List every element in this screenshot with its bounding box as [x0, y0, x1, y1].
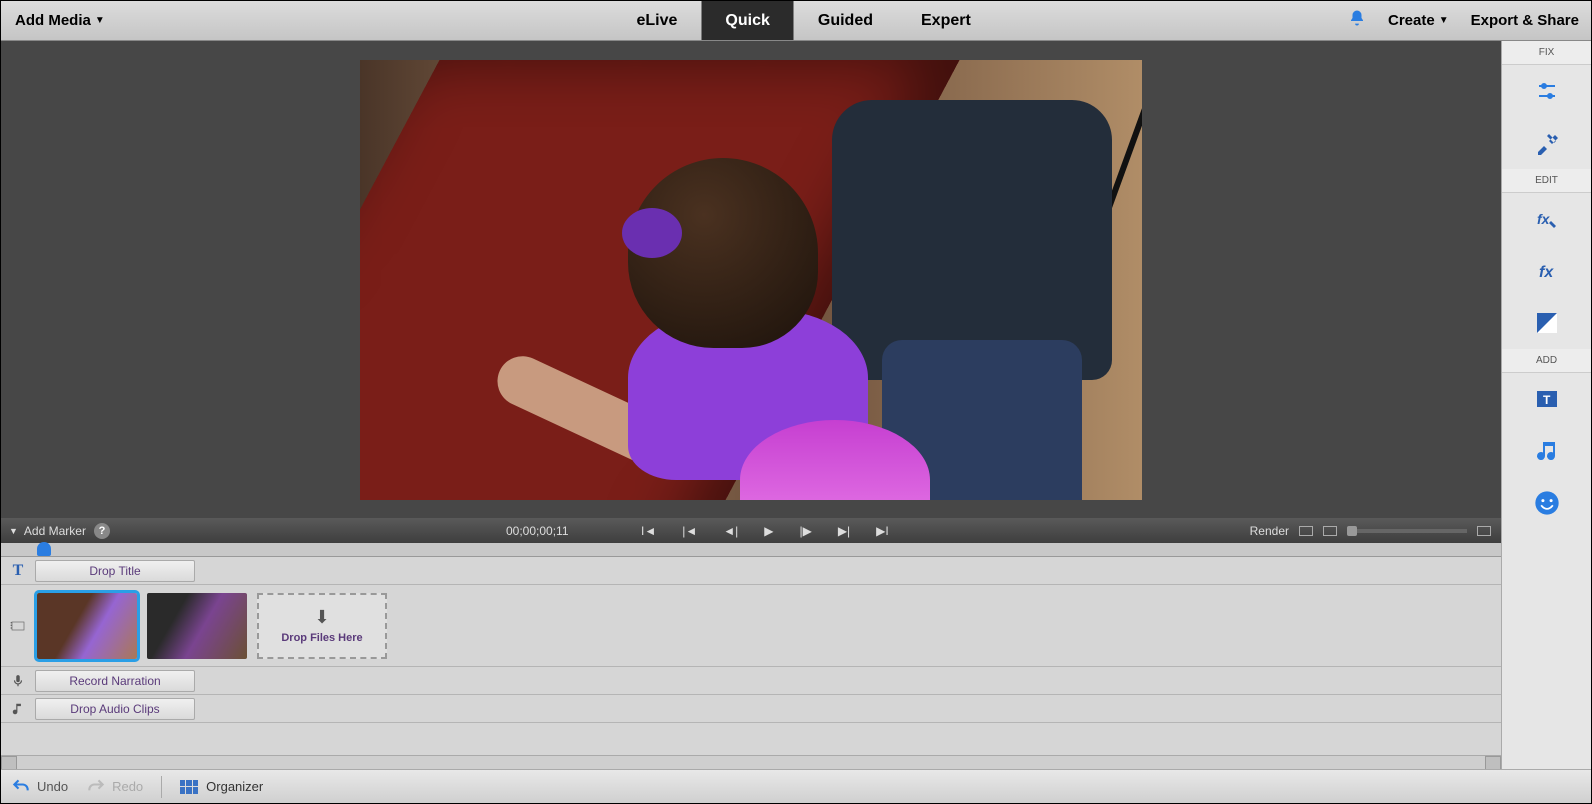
top-right-controls: Create ▼ Export & Share: [1348, 1, 1591, 40]
aspect-icon[interactable]: [1323, 526, 1337, 536]
mode-quick[interactable]: Quick: [701, 1, 793, 40]
mode-guided[interactable]: Guided: [794, 1, 897, 40]
transport-controls: I◄ |◄ ◄| ▶ |▶ ▶| ▶I: [641, 524, 889, 538]
next-clip-icon[interactable]: ▶|: [838, 524, 850, 538]
timeline-ruler[interactable]: [1, 543, 1501, 557]
grid-icon: [180, 780, 198, 794]
bottom-toolbar: Undo Redo Organizer: [1, 769, 1591, 803]
caret-down-icon: ▼: [95, 15, 105, 26]
add-section-label: ADD: [1502, 349, 1591, 373]
step-back-icon[interactable]: ◄|: [723, 524, 738, 538]
mode-elive[interactable]: eLive: [612, 1, 701, 40]
fix-section-label: FIX: [1502, 41, 1591, 65]
right-tools-panel: FIX EDIT fx fx ADD T: [1501, 41, 1591, 769]
safe-margins-icon[interactable]: [1299, 526, 1313, 536]
audio-track: Drop Audio Clips: [1, 695, 1501, 723]
add-media-label: Add Media: [15, 12, 91, 29]
record-narration-label: Record Narration: [69, 674, 160, 688]
timeline-panel: T Drop Title ⬇ Drop Files Here Record Na…: [1, 543, 1501, 769]
playback-bar: ▼ Add Marker ? 00;00;00;11 I◄ |◄ ◄| ▶ |▶…: [1, 518, 1501, 543]
drop-title-button[interactable]: Drop Title: [35, 560, 195, 582]
workspace-modes: eLive Quick Guided Expert: [612, 1, 994, 40]
undo-button[interactable]: Undo: [11, 777, 68, 797]
render-button[interactable]: Render: [1250, 524, 1289, 538]
organizer-button[interactable]: Organizer: [180, 779, 263, 794]
create-menu[interactable]: Create ▼: [1388, 12, 1449, 29]
prev-clip-icon[interactable]: |◄: [682, 524, 697, 538]
video-track-icon: [1, 618, 35, 634]
narration-track: Record Narration: [1, 667, 1501, 695]
svg-text:fx: fx: [1537, 211, 1551, 227]
video-preview[interactable]: [360, 60, 1142, 500]
add-media-menu[interactable]: Add Media ▼: [1, 1, 119, 40]
graphics-tool[interactable]: [1502, 477, 1591, 529]
mode-expert[interactable]: Expert: [897, 1, 995, 40]
mode-elive-label: eLive: [636, 12, 677, 30]
timeline-clip-2[interactable]: [147, 593, 247, 659]
triangle-down-icon: ▼: [9, 526, 18, 536]
titles-tool[interactable]: T: [1502, 373, 1591, 425]
organizer-label: Organizer: [206, 779, 263, 794]
applied-effects-tool[interactable]: fx: [1502, 193, 1591, 245]
redo-label: Redo: [112, 779, 143, 794]
monitor-panel: [1, 41, 1501, 518]
svg-text:fx: fx: [1539, 264, 1554, 281]
go-to-end-icon[interactable]: ▶I: [876, 524, 889, 538]
step-forward-icon[interactable]: |▶: [799, 524, 811, 538]
adjust-tool[interactable]: [1502, 65, 1591, 117]
help-icon[interactable]: ?: [94, 523, 110, 539]
svg-text:T: T: [1543, 393, 1551, 407]
playhead-icon[interactable]: [37, 542, 51, 556]
redo-button[interactable]: Redo: [86, 777, 143, 797]
drop-files-target[interactable]: ⬇ Drop Files Here: [257, 593, 387, 659]
undo-label: Undo: [37, 779, 68, 794]
music-tool[interactable]: [1502, 425, 1591, 477]
timeline-scrollbar[interactable]: [1, 755, 1501, 769]
add-marker-button[interactable]: ▼ Add Marker: [9, 524, 86, 538]
mode-expert-label: Expert: [921, 12, 971, 30]
fullscreen-icon[interactable]: [1477, 526, 1491, 536]
play-icon[interactable]: ▶: [764, 524, 773, 538]
mode-guided-label: Guided: [818, 12, 873, 30]
video-track: ⬇ Drop Files Here: [1, 585, 1501, 667]
divider: [161, 776, 162, 798]
export-label: Export & Share: [1471, 12, 1579, 29]
go-to-start-icon[interactable]: I◄: [641, 524, 656, 538]
download-arrow-icon: ⬇: [314, 607, 329, 628]
microphone-icon: [1, 674, 35, 688]
drop-files-label: Drop Files Here: [281, 632, 362, 644]
add-marker-label: Add Marker: [24, 524, 86, 538]
caret-down-icon: ▼: [1439, 15, 1449, 26]
timecode-display[interactable]: 00;00;00;11: [506, 524, 569, 538]
edit-section-label: EDIT: [1502, 169, 1591, 193]
color-tool[interactable]: [1502, 297, 1591, 349]
notifications-icon[interactable]: [1348, 9, 1366, 32]
tools-tool[interactable]: [1502, 117, 1591, 169]
drop-audio-label: Drop Audio Clips: [70, 702, 159, 716]
create-label: Create: [1388, 12, 1435, 29]
mode-quick-label: Quick: [725, 12, 769, 30]
zoom-slider[interactable]: [1347, 529, 1467, 533]
drop-title-label: Drop Title: [89, 564, 140, 578]
music-note-icon: [1, 702, 35, 716]
record-narration-button[interactable]: Record Narration: [35, 670, 195, 692]
title-track: T Drop Title: [1, 557, 1501, 585]
export-share-button[interactable]: Export & Share: [1471, 12, 1579, 29]
title-track-icon: T: [13, 562, 24, 580]
timeline-clip-1[interactable]: [37, 593, 137, 659]
top-toolbar: Add Media ▼ eLive Quick Guided Expert Cr…: [1, 1, 1591, 41]
effects-tool[interactable]: fx: [1502, 245, 1591, 297]
drop-audio-button[interactable]: Drop Audio Clips: [35, 698, 195, 720]
